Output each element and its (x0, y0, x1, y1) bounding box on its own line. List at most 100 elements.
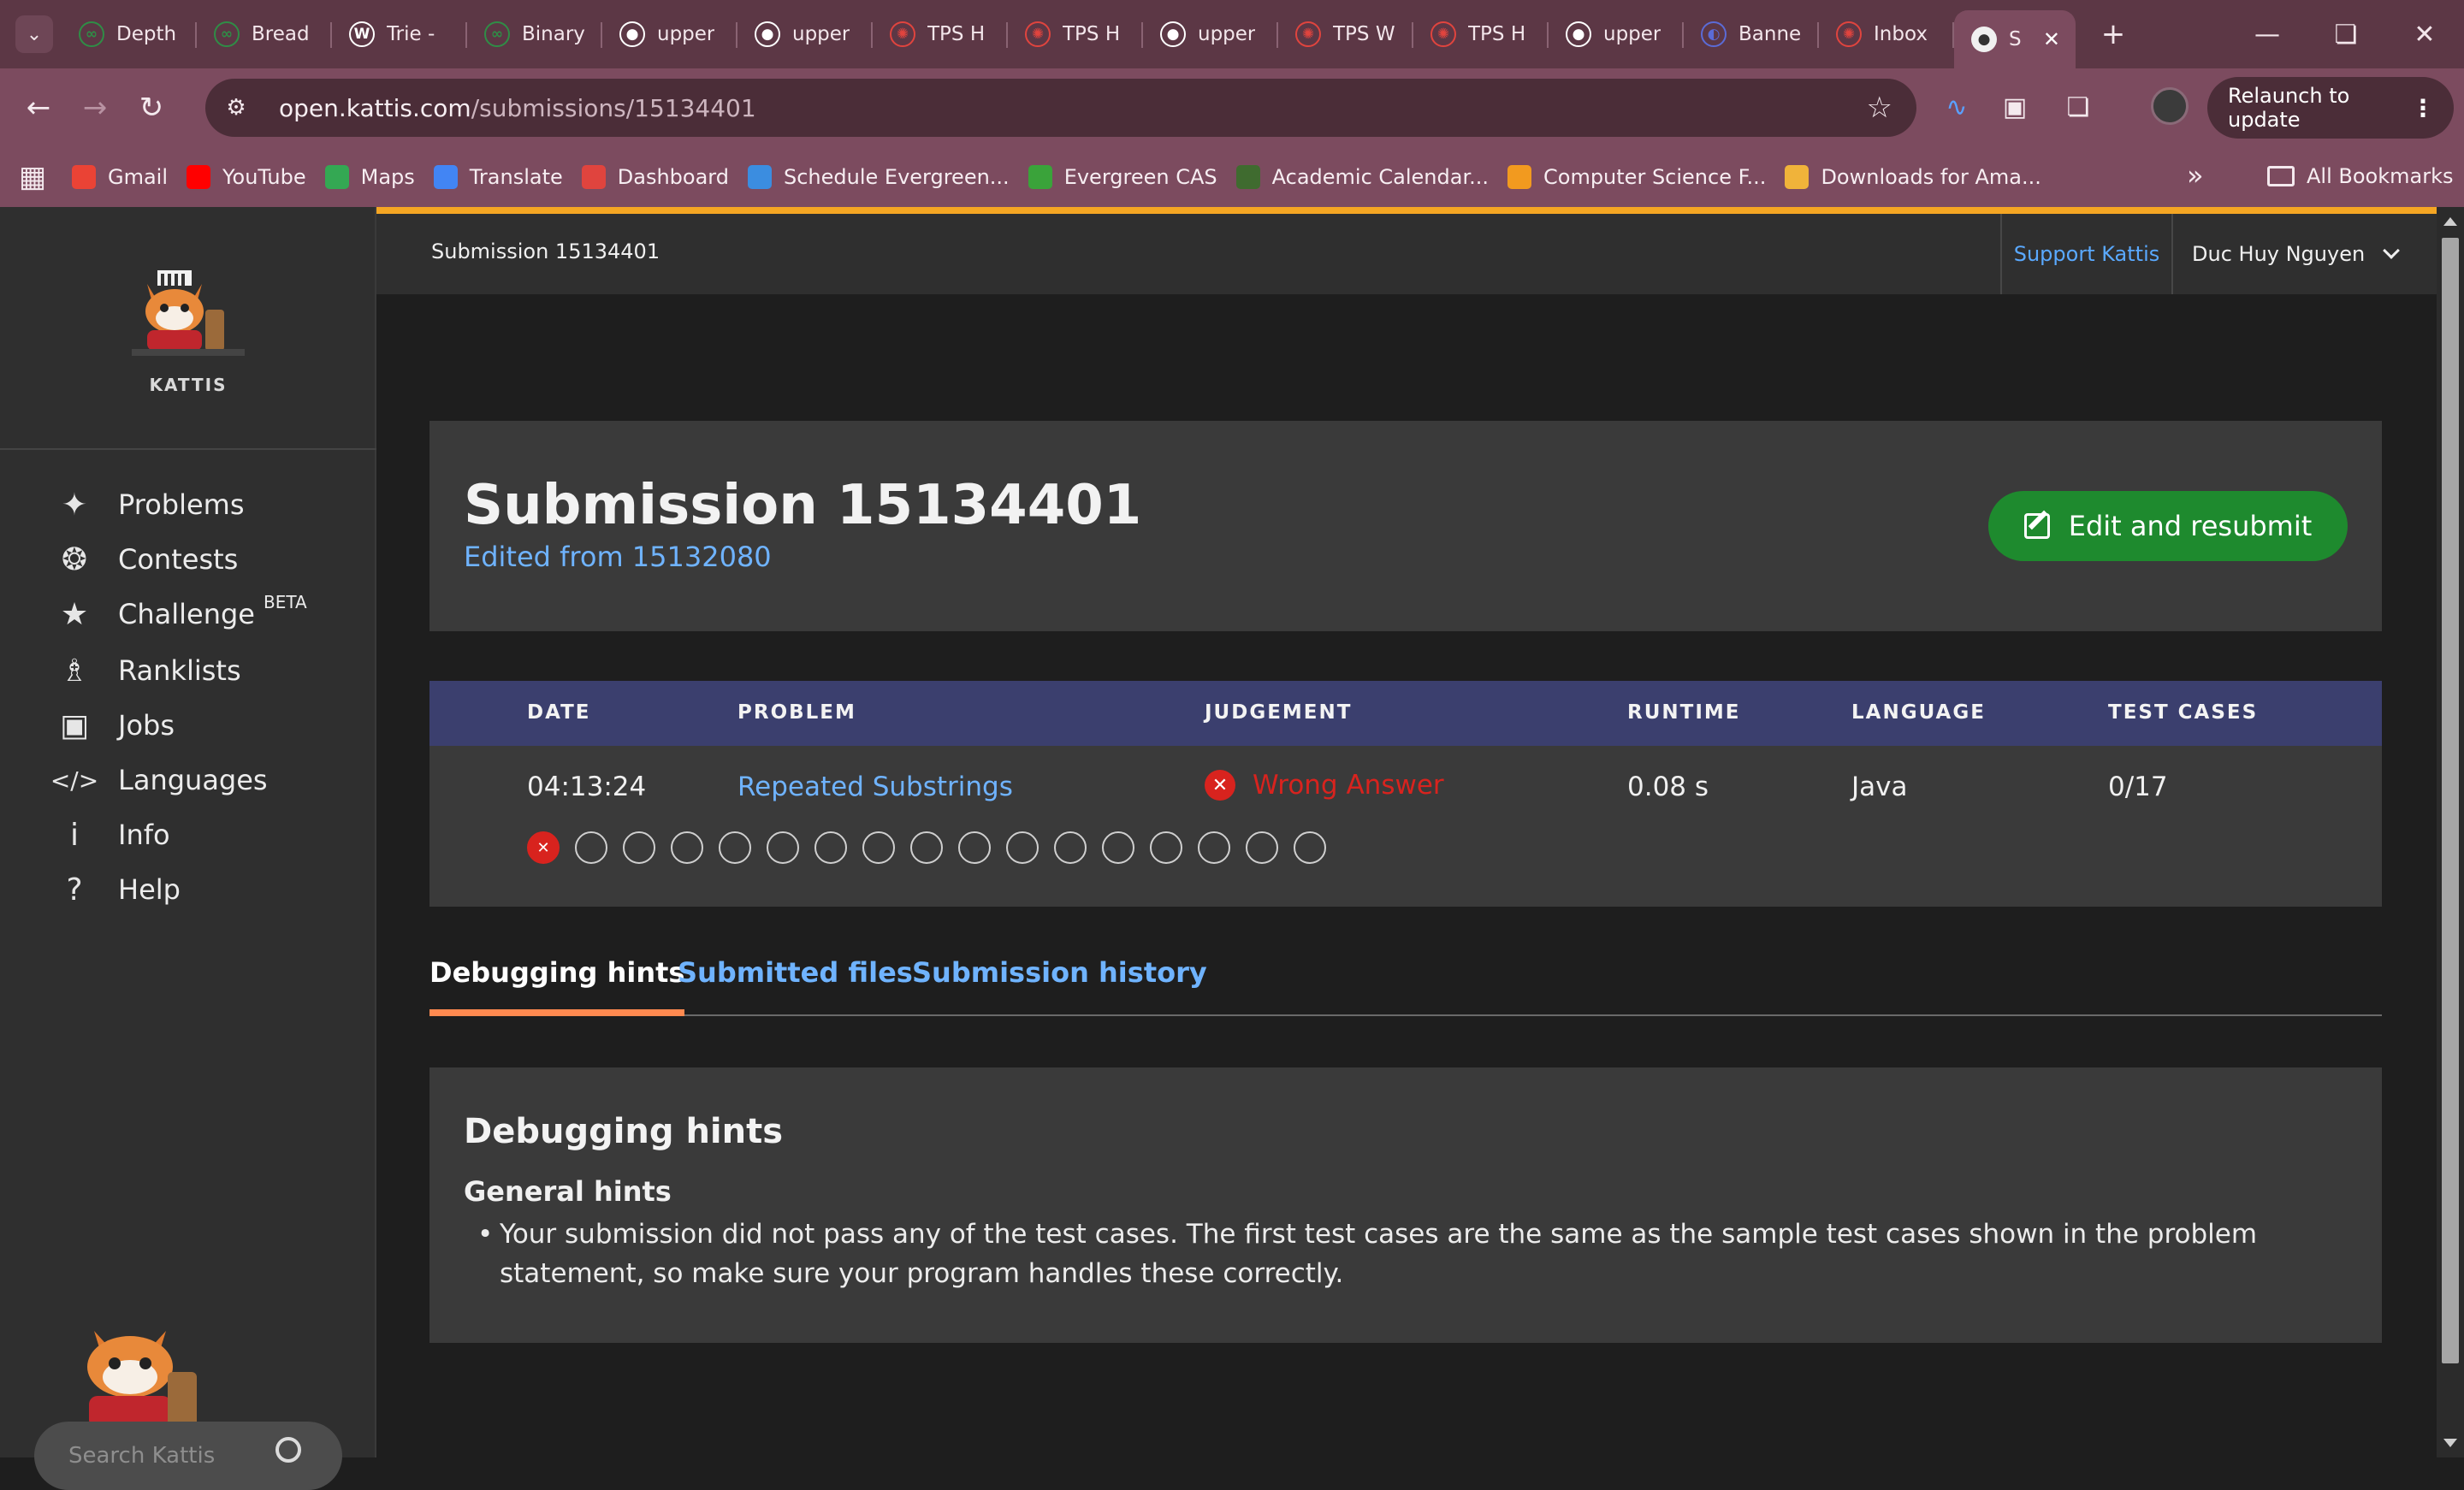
bookmark-item[interactable]: Computer Science F... (1507, 165, 1766, 189)
brand[interactable]: KATTIS (0, 207, 376, 450)
test-case-pending-icon[interactable] (1198, 831, 1230, 864)
test-case-pending-icon[interactable] (719, 831, 751, 864)
test-case-pending-icon[interactable] (671, 831, 703, 864)
extension-mask-icon[interactable]: ▣ (1987, 79, 2043, 135)
bookmark-label: Gmail (108, 165, 169, 189)
extensions-puzzle-icon[interactable]: ❏ (2050, 79, 2106, 135)
bookmark-item[interactable]: Downloads for Ama... (1785, 165, 2041, 189)
url-text[interactable]: open.kattis.com/submissions/15134401 (279, 94, 756, 122)
maps-icon (324, 165, 349, 189)
browser-tab[interactable]: ∞ Depth (62, 0, 197, 68)
test-case-pending-icon[interactable] (575, 831, 607, 864)
edit-resubmit-label: Edit and resubmit (2068, 510, 2313, 542)
test-case-pending-icon[interactable] (1006, 831, 1039, 864)
bookmark-star-icon[interactable]: ☆ (1867, 91, 1892, 125)
test-case-pending-icon[interactable] (767, 831, 799, 864)
bookmark-item[interactable]: Maps (324, 165, 415, 189)
forward-button[interactable]: → (67, 80, 123, 136)
bookmark-label: Academic Calendar... (1271, 165, 1489, 189)
browser-tab[interactable]: ● upper (737, 0, 873, 68)
page-scrollbar[interactable] (2437, 207, 2464, 1457)
close-window-button[interactable]: ✕ (2385, 0, 2464, 68)
browser-tab[interactable]: ∞ Binary (467, 0, 602, 68)
tab-submitted-files[interactable]: Submitted files (678, 956, 913, 1016)
tab-search-button[interactable]: ⌄ (15, 15, 53, 53)
bookmark-item[interactable]: YouTube (187, 165, 306, 189)
support-link[interactable]: Support Kattis (2000, 214, 2171, 294)
test-case-pending-icon[interactable] (1294, 831, 1326, 864)
bookmark-item[interactable]: Evergreen CAS (1028, 165, 1217, 189)
new-tab-button[interactable]: + (2094, 15, 2132, 53)
apps-grid-icon[interactable]: ▦ (19, 160, 72, 194)
tab-title: TPS H (1468, 23, 1526, 45)
help-icon: ? (66, 872, 83, 908)
edit-resubmit-button[interactable]: Edit and resubmit (1988, 491, 2348, 561)
sidebar-item-help[interactable]: ? Help (0, 855, 376, 924)
sidebar-item-label: Contests (118, 543, 239, 576)
problem-link[interactable]: Repeated Substrings (737, 772, 1013, 802)
test-case-pending-icon[interactable] (910, 831, 943, 864)
test-case-pending-icon[interactable] (1246, 831, 1278, 864)
site-info-icon[interactable]: ⚙ (214, 86, 258, 130)
browser-tab[interactable]: ◐ Banne (1684, 0, 1819, 68)
relaunch-button[interactable]: Relaunch to update ⋮ (2207, 77, 2454, 139)
browser-tab[interactable]: ✺ TPS W (1278, 0, 1413, 68)
browser-tab[interactable]: ✺ TPS H (873, 0, 1008, 68)
test-case-pending-icon[interactable] (1054, 831, 1087, 864)
browser-tab[interactable]: ✺ TPS H (1413, 0, 1549, 68)
tab-active[interactable]: ● S ✕ (1954, 10, 2076, 68)
bookmark-item[interactable]: Translate (433, 165, 563, 189)
profile-avatar[interactable] (2151, 87, 2189, 125)
test-case-pending-icon[interactable] (1150, 831, 1182, 864)
restore-button[interactable]: ❏ (2307, 0, 2385, 68)
search-input[interactable]: Search Kattis (34, 1422, 342, 1490)
user-menu[interactable]: Duc Huy Nguyen (2171, 214, 2437, 294)
hints-subheading: General hints (464, 1175, 672, 1208)
header-language: LANGUAGE (1851, 701, 1986, 724)
tab-debugging-hints[interactable]: Debugging hints (429, 956, 685, 1016)
minimize-button[interactable]: — (2228, 0, 2307, 68)
browser-tab[interactable]: ● upper (1549, 0, 1684, 68)
bookmark-item[interactable]: Academic Calendar... (1235, 165, 1489, 189)
bookmark-item[interactable]: Gmail (72, 165, 168, 189)
test-case-failed-icon[interactable]: ✕ (527, 831, 560, 864)
extension-wave-icon[interactable]: ∿ (1928, 79, 1985, 135)
sidebar-item-label: Languages (118, 764, 268, 796)
more-icon: ⋮ (2411, 93, 2435, 122)
calendar-icon (1235, 165, 1260, 189)
browser-tab[interactable]: ● upper (602, 0, 737, 68)
browser-tab[interactable]: ● upper (1143, 0, 1278, 68)
edited-from-link[interactable]: Edited from 15132080 (464, 541, 772, 573)
tps-icon: ✺ (1295, 21, 1321, 47)
tab-submission-history[interactable]: Submission history (912, 956, 1207, 1016)
bookmark-item[interactable]: Schedule Evergreen... (747, 165, 1010, 189)
bookmark-label: Evergreen CAS (1063, 165, 1217, 189)
test-case-pending-icon[interactable] (958, 831, 991, 864)
table-header: DATE PROBLEM JUDGEMENT RUNTIME LANGUAGE … (429, 681, 2382, 746)
browser-tab[interactable]: W Trie - (332, 0, 467, 68)
scroll-down-icon[interactable] (2443, 1439, 2457, 1447)
close-icon[interactable]: ✕ (2043, 27, 2060, 51)
address-bar[interactable]: ⚙ open.kattis.com/submissions/15134401 ☆ (205, 79, 1916, 137)
evergreen-icon (1028, 165, 1052, 189)
test-case-pending-icon[interactable] (862, 831, 895, 864)
judgement-cell: ✕ Wrong Answer (1205, 770, 1444, 801)
search-icon[interactable] (275, 1437, 301, 1463)
scroll-thumb[interactable] (2442, 238, 2459, 1363)
all-bookmarks-button[interactable]: All Bookmarks (2267, 164, 2453, 188)
briefcase-icon: ▣ (59, 707, 89, 743)
browser-tab[interactable]: ✺ TPS H (1008, 0, 1143, 68)
reload-button[interactable]: ↻ (123, 80, 180, 136)
browser-tab[interactable]: ∞ Bread (197, 0, 332, 68)
test-case-pending-icon[interactable] (623, 831, 655, 864)
scroll-up-icon[interactable] (2443, 217, 2457, 226)
tab-title: Depth (116, 23, 177, 45)
browser-tab[interactable]: ✺ Inbox (1819, 0, 1954, 68)
test-case-pending-icon[interactable] (814, 831, 847, 864)
back-button[interactable]: ← (10, 80, 67, 136)
bookmark-label: YouTube (222, 165, 306, 189)
bookmark-item[interactable]: Dashboard (581, 165, 729, 189)
test-case-pending-icon[interactable] (1102, 831, 1134, 864)
more-bookmarks-icon[interactable]: » (2187, 159, 2204, 192)
sidebar-item-label: Challenge (118, 598, 255, 630)
